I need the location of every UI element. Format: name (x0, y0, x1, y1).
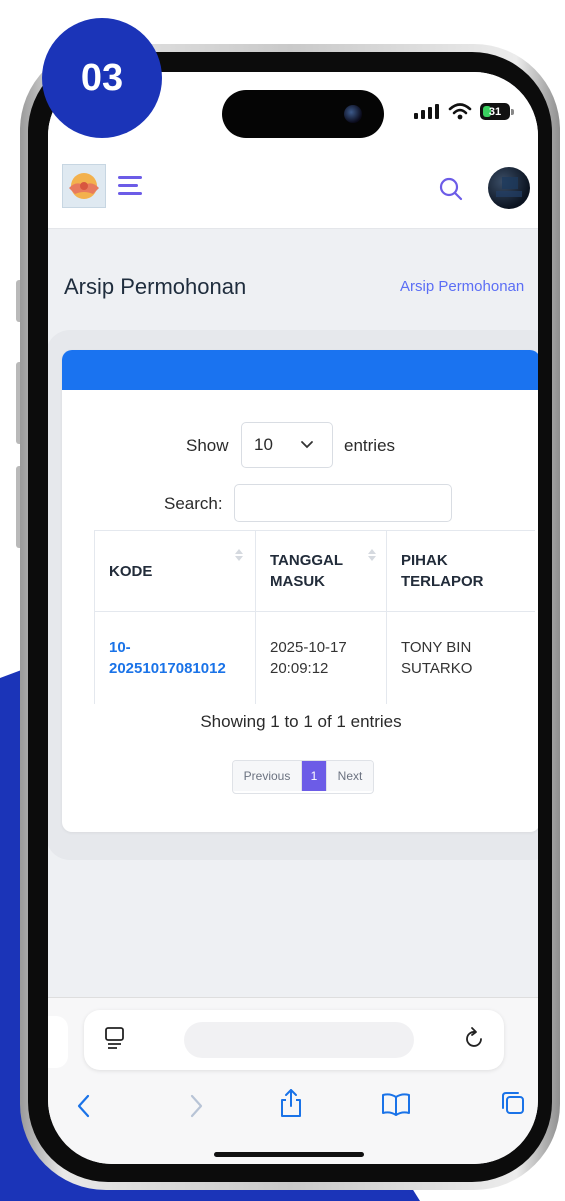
column-header-pihak-terlapor[interactable]: PIHAK TERLAPOR (386, 530, 535, 612)
column-header-label: TANGGAL (270, 552, 344, 569)
page-length-value: 10 (254, 435, 273, 454)
avatar[interactable] (488, 167, 530, 209)
cell-pihak-terlapor: TONY BIN SUTARKO (386, 611, 535, 704)
wifi-icon (448, 103, 472, 120)
page-title: Arsip Permohonan (64, 274, 247, 299)
tanggal-time: 20:09:12 (270, 660, 329, 677)
bookmarks-icon[interactable] (381, 1092, 411, 1116)
pagination-page-button[interactable]: 1 (302, 761, 326, 791)
pagination: Previous 1 Next (232, 760, 374, 794)
sort-icon (235, 549, 243, 563)
browser-toolbar (48, 997, 538, 1164)
pagination-previous-button[interactable]: Previous (233, 761, 302, 791)
archive-card: Show 10 entries Search: KODE TANGGAL MAS… (62, 350, 538, 832)
signal-icon (414, 104, 439, 119)
search-label: Search: (164, 494, 223, 513)
hamburger-menu-icon[interactable] (118, 176, 142, 200)
pihak-line1: TONY BIN (401, 639, 472, 656)
battery-icon: 31 (480, 103, 510, 120)
share-icon[interactable] (279, 1088, 303, 1118)
cell-kode: 10- 20251017081012 (94, 611, 256, 704)
entries-label: entries (344, 436, 396, 455)
logo-icon[interactable] (62, 164, 106, 208)
logo-handshake-icon (69, 173, 99, 199)
chevron-down-icon (301, 441, 313, 449)
column-header-label: PIHAK (401, 552, 448, 569)
avatar-image (496, 177, 522, 197)
reload-icon[interactable] (464, 1026, 486, 1050)
step-number: 03 (80, 56, 124, 99)
table-scroll-area[interactable]: KODE TANGGAL MASUK PIHAK TERLAPOR 10- 20… (94, 530, 538, 704)
step-badge: 03 (42, 18, 162, 138)
cell-tanggal-masuk: 2025-10-17 20:09:12 (255, 611, 387, 704)
sort-icon (368, 549, 376, 563)
battery-tip (511, 109, 514, 115)
show-label: Show (186, 436, 229, 455)
card-header (62, 350, 538, 390)
kode-link[interactable]: 10- 20251017081012 (109, 639, 226, 677)
kode-line1: 10- (109, 639, 131, 656)
archive-table: KODE TANGGAL MASUK PIHAK TERLAPOR 10- 20… (94, 530, 535, 704)
kode-line2: 20251017081012 (109, 660, 226, 677)
tabs-icon[interactable] (500, 1090, 526, 1116)
search-icon[interactable] (436, 174, 466, 204)
column-header-kode[interactable]: KODE (94, 530, 256, 612)
camera-icon (344, 105, 362, 123)
app-header (48, 150, 538, 229)
table-row: 10- 20251017081012 2025-10-17 20:09:12 TO… (94, 611, 535, 704)
pagination-next-button[interactable]: Next (326, 761, 373, 791)
breadcrumb[interactable]: Arsip Permohonan (400, 278, 524, 295)
forward-icon[interactable] (188, 1094, 204, 1118)
column-header-label-line2: TERLAPOR (401, 573, 484, 590)
battery-level: 31 (488, 105, 502, 118)
column-header-label-line2: MASUK (270, 573, 325, 590)
url-field[interactable] (184, 1022, 414, 1058)
table-header-row: KODE TANGGAL MASUK PIHAK TERLAPOR (94, 530, 535, 612)
reader-icon[interactable] (104, 1026, 126, 1052)
tanggal-date: 2025-10-17 (270, 639, 347, 656)
column-header-label: KODE (109, 562, 153, 580)
page-length-select[interactable]: 10 (241, 422, 333, 468)
pihak-line2: SUTARKO (401, 660, 473, 677)
back-icon[interactable] (76, 1094, 92, 1118)
column-header-tanggal-masuk[interactable]: TANGGAL MASUK (255, 530, 387, 612)
previous-tab-preview[interactable] (48, 1016, 68, 1068)
phone-screen: 6 31 (48, 72, 538, 1164)
search-input[interactable] (234, 484, 452, 522)
address-bar[interactable] (84, 1010, 504, 1070)
home-indicator[interactable] (214, 1152, 364, 1157)
table-info: Showing 1 to 1 of 1 entries (200, 712, 402, 731)
